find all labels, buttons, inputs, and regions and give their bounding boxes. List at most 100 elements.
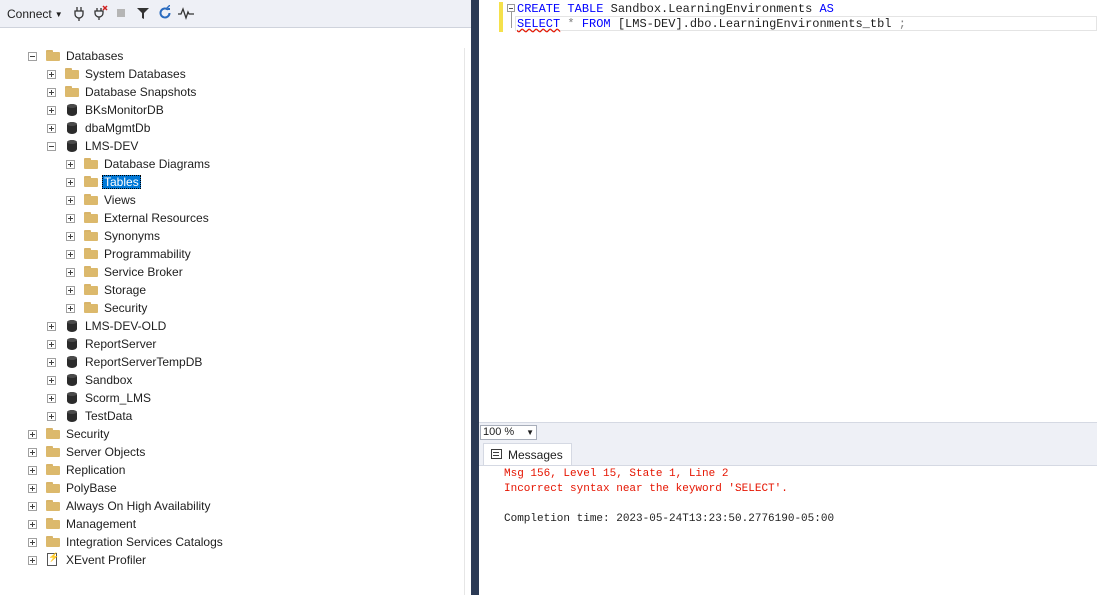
tree-label: Management: [66, 517, 137, 531]
connect-plug-icon[interactable]: [71, 5, 87, 21]
refresh-icon[interactable]: [157, 5, 173, 21]
expand-icon[interactable]: [47, 339, 56, 349]
activity-monitor-icon[interactable]: [178, 5, 194, 21]
tree-label: XEvent Profiler: [66, 553, 147, 567]
tree-node-database-diagrams[interactable]: Database Diagrams: [66, 155, 212, 173]
expand-icon[interactable]: [66, 285, 75, 295]
expand-icon[interactable]: [66, 195, 75, 205]
tree-label: Server Objects: [66, 445, 146, 459]
database-icon: [64, 102, 80, 118]
expand-icon[interactable]: [28, 537, 37, 547]
expand-icon[interactable]: [66, 249, 75, 259]
code-line-1[interactable]: CREATE TABLE Sandbox.LearningEnvironment…: [517, 1, 834, 17]
expand-icon[interactable]: [66, 177, 75, 187]
folder-icon: [45, 480, 61, 496]
expand-icon[interactable]: [47, 357, 56, 367]
connect-label: Connect: [7, 7, 52, 21]
tree-node-always-on[interactable]: Always On High Availability: [28, 497, 213, 515]
xevent-profiler-icon: [45, 552, 61, 568]
expand-icon[interactable]: [28, 429, 37, 439]
tree-node-databases[interactable]: Databases: [28, 47, 125, 65]
code-keyword: FROM: [581, 17, 611, 31]
database-icon: [64, 372, 80, 388]
connect-dropdown[interactable]: Connect ▼: [7, 7, 63, 21]
tree-node-server-security[interactable]: Security: [28, 425, 111, 443]
expand-icon[interactable]: [47, 69, 56, 79]
zoom-dropdown[interactable]: 100 % ▼: [480, 425, 537, 440]
expand-icon[interactable]: [28, 465, 37, 475]
expand-icon[interactable]: [66, 303, 75, 313]
tree-node-database[interactable]: Scorm_LMS: [47, 389, 153, 407]
expand-icon[interactable]: [47, 321, 56, 331]
expand-icon[interactable]: [47, 375, 56, 385]
tree-node-server-objects[interactable]: Server Objects: [28, 443, 147, 461]
outline-collapse-icon[interactable]: [507, 4, 515, 12]
tree-label: Security: [66, 427, 110, 441]
editor-zoom-bar: 100 % ▼: [479, 422, 1097, 442]
disconnect-icon[interactable]: [92, 5, 108, 21]
tree-node-polybase[interactable]: PolyBase: [28, 479, 119, 497]
folder-icon: [64, 66, 80, 82]
tree-label: Integration Services Catalogs: [66, 535, 223, 549]
tree-node-integration-services[interactable]: Integration Services Catalogs: [28, 533, 225, 551]
tree-node-system-databases[interactable]: System Databases: [47, 65, 188, 83]
panel-splitter[interactable]: [471, 0, 479, 595]
tree-label: ReportServer: [85, 337, 157, 351]
expand-icon[interactable]: [47, 393, 56, 403]
code-line-2[interactable]: SELECT * FROM [LMS-DEV].dbo.LearningEnvi…: [517, 16, 906, 32]
expand-icon[interactable]: [28, 519, 37, 529]
query-editor[interactable]: CREATE TABLE Sandbox.LearningEnvironment…: [479, 0, 1097, 422]
collapse-icon[interactable]: [28, 51, 37, 61]
tree-label: Database Diagrams: [104, 157, 211, 171]
tree-node-database[interactable]: TestData: [47, 407, 134, 425]
tree-node-lms-dev[interactable]: LMS-DEV: [47, 137, 140, 155]
expand-icon[interactable]: [47, 411, 56, 421]
folder-icon: [45, 534, 61, 550]
tree-node-database-snapshots[interactable]: Database Snapshots: [47, 83, 198, 101]
tab-messages[interactable]: Messages: [483, 443, 572, 465]
tree-node-synonyms[interactable]: Synonyms: [66, 227, 162, 245]
tree-node-replication[interactable]: Replication: [28, 461, 127, 479]
tree-node-database[interactable]: ReportServerTempDB: [47, 353, 204, 371]
tree-node-database[interactable]: Sandbox: [47, 371, 134, 389]
expand-icon[interactable]: [47, 123, 56, 133]
expand-icon[interactable]: [66, 213, 75, 223]
tree-node-external-resources[interactable]: External Resources: [66, 209, 211, 227]
database-icon: [64, 138, 80, 154]
expand-icon[interactable]: [47, 87, 56, 97]
collapse-icon[interactable]: [47, 141, 56, 151]
expand-icon[interactable]: [28, 483, 37, 493]
messages-icon: [490, 448, 503, 461]
filter-icon[interactable]: [135, 5, 151, 21]
tree-label: BKsMonitorDB: [85, 103, 164, 117]
completion-time-text: Completion time: 2023-05-24T13:23:50.277…: [504, 513, 835, 525]
database-icon: [64, 390, 80, 406]
tree-node-storage[interactable]: Storage: [66, 281, 148, 299]
database-icon: [64, 408, 80, 424]
database-icon: [64, 336, 80, 352]
tree-node-database[interactable]: LMS-DEV-OLD: [47, 317, 168, 335]
expand-icon[interactable]: [28, 447, 37, 457]
expand-icon[interactable]: [66, 267, 75, 277]
tree-node-database[interactable]: BKsMonitorDB: [47, 101, 166, 119]
expand-icon[interactable]: [28, 501, 37, 511]
tree-node-database[interactable]: ReportServer: [47, 335, 158, 353]
tree-node-programmability[interactable]: Programmability: [66, 245, 193, 263]
expand-icon[interactable]: [47, 105, 56, 115]
stop-icon[interactable]: [113, 5, 129, 21]
expand-icon[interactable]: [66, 231, 75, 241]
tree-node-views[interactable]: Views: [66, 191, 138, 209]
expand-icon[interactable]: [66, 159, 75, 169]
tree-node-tables[interactable]: Tables: [66, 173, 141, 191]
database-icon: [64, 120, 80, 136]
change-tracking-bar: [499, 2, 503, 32]
tree-node-service-broker[interactable]: Service Broker: [66, 263, 185, 281]
tree-node-management[interactable]: Management: [28, 515, 138, 533]
tree-node-db-security[interactable]: Security: [66, 299, 149, 317]
tree-label: Always On High Availability: [66, 499, 211, 513]
tree-node-database[interactable]: dbaMgmtDb: [47, 119, 152, 137]
tree-node-xevent-profiler[interactable]: XEvent Profiler: [28, 551, 148, 569]
expand-icon[interactable]: [28, 555, 37, 565]
tree-label-selected: Tables: [102, 175, 141, 189]
folder-icon: [45, 444, 61, 460]
